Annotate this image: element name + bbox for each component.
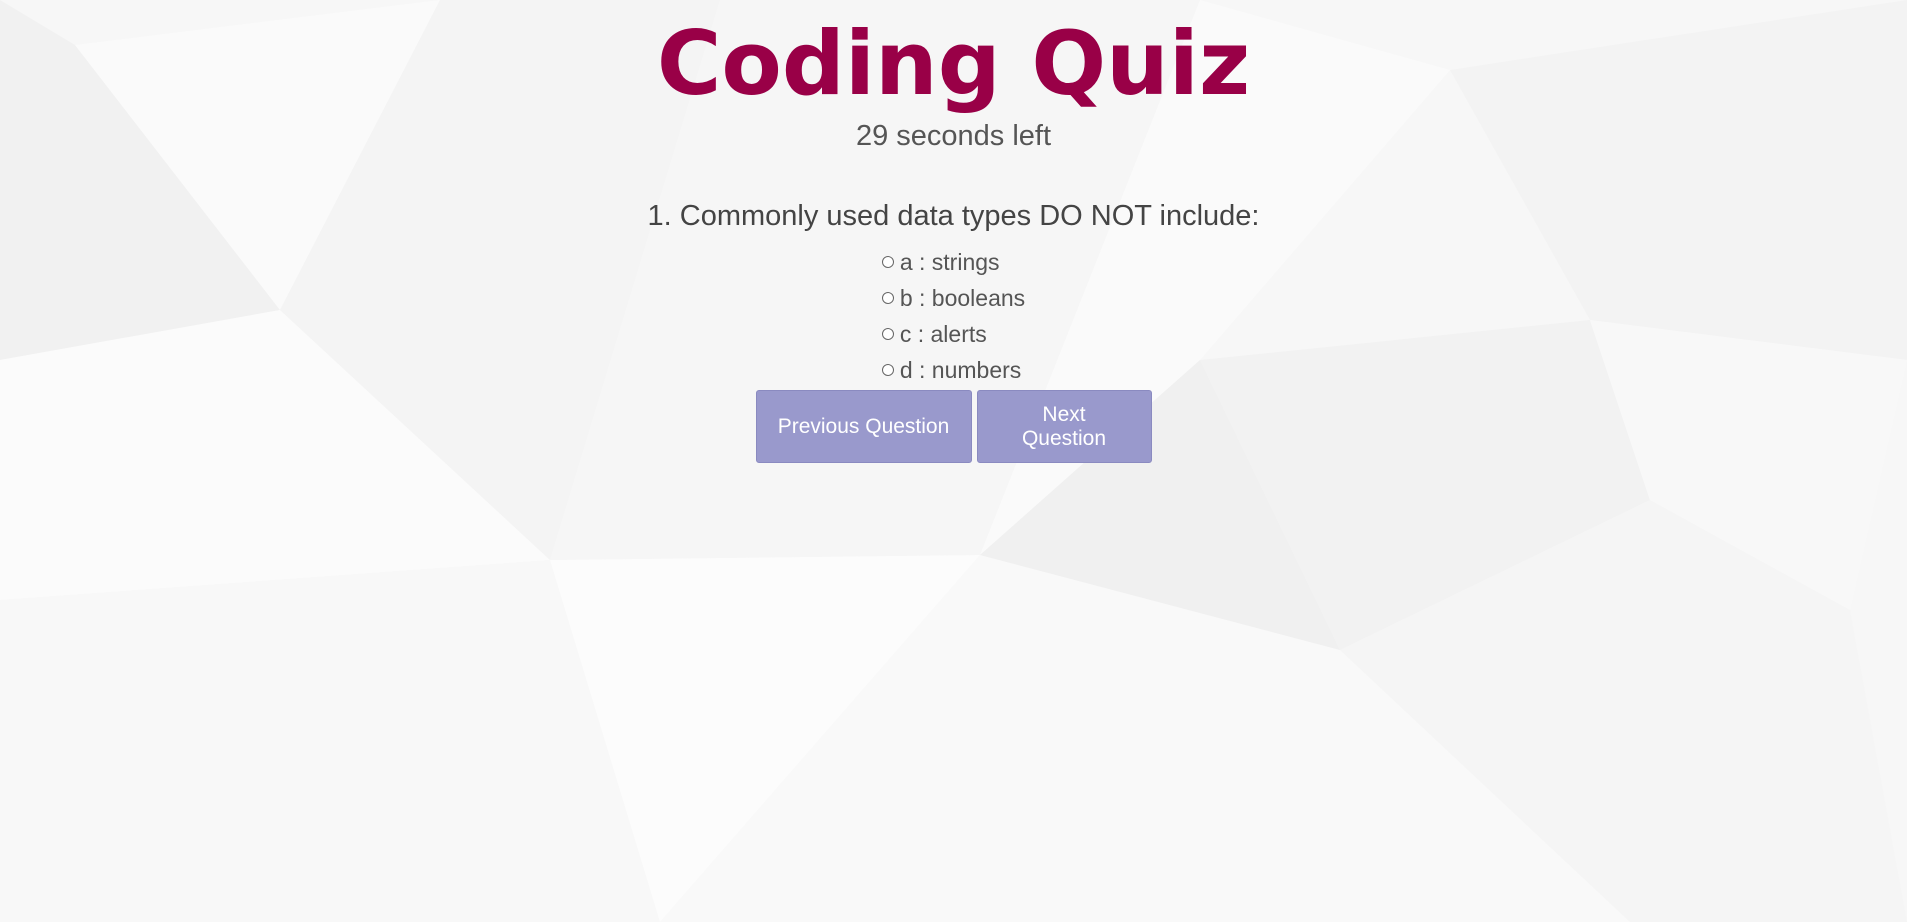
answer-option-d[interactable]: d : numbers xyxy=(881,352,1025,388)
answer-label: d : numbers xyxy=(899,357,1022,383)
countdown-timer: 29 seconds left xyxy=(855,120,1052,152)
answer-label: c : alerts xyxy=(899,321,987,347)
page-title: Coding Quiz xyxy=(656,12,1251,115)
answer-option-c[interactable]: c : alerts xyxy=(881,316,1025,352)
next-question-button[interactable]: Next Question xyxy=(976,390,1152,463)
radio-button[interactable] xyxy=(881,292,894,304)
radio-button[interactable] xyxy=(881,328,894,340)
quiz-container: Coding Quiz 29 seconds left 1. Commonly … xyxy=(0,0,1907,463)
answer-list: a : strings b : booleans c : alerts d : … xyxy=(881,244,1026,388)
answer-option-b[interactable]: b : booleans xyxy=(881,280,1026,316)
question-text: 1. Commonly used data types DO NOT inclu… xyxy=(647,200,1260,232)
radio-button[interactable] xyxy=(881,256,894,268)
radio-button[interactable] xyxy=(881,364,894,376)
answer-label: a : strings xyxy=(899,249,1000,275)
answer-label: b : booleans xyxy=(899,285,1026,311)
previous-question-button[interactable]: Previous Question xyxy=(755,390,972,463)
navigation-buttons: Previous Question Next Question xyxy=(0,390,1907,463)
answer-option-a[interactable]: a : strings xyxy=(881,244,1025,280)
